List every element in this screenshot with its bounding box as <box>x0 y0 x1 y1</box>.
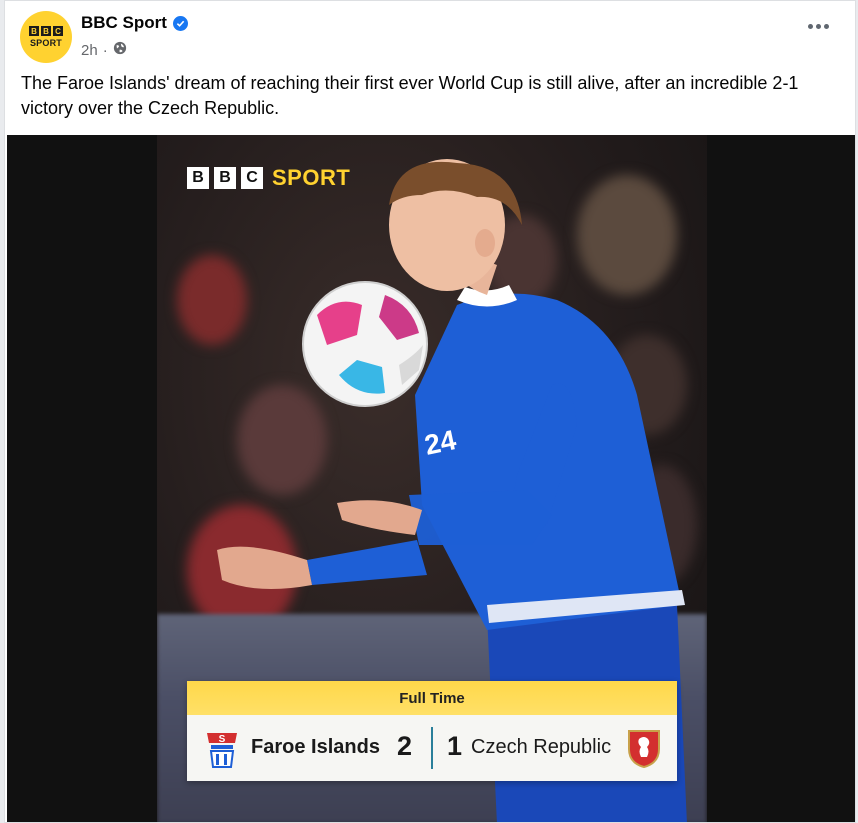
avatar-block-1: B <box>29 26 39 36</box>
score-row: S Faroe Islands 2 1 Czech Republic <box>187 715 677 781</box>
czech-republic-crest-icon <box>627 727 661 774</box>
logo-block-1: B <box>187 167 209 189</box>
score-divider <box>431 727 433 769</box>
avatar-logo-blocks: B B C <box>29 26 63 36</box>
more-options-icon[interactable] <box>808 24 829 29</box>
post-caption: The Faroe Islands' dream of reaching the… <box>21 73 799 118</box>
avatar-block-3: C <box>53 26 63 36</box>
avatar-text: SPORT <box>29 38 62 48</box>
post-image[interactable]: 24 B B C SPORT Full Time S Faroe Islands… <box>7 135 855 822</box>
scoreboard: Full Time S Faroe Islands 2 1 Czech Repu… <box>187 681 677 781</box>
logo-sport-word: SPORT <box>272 165 351 190</box>
bbc-sport-logo: B B C SPORT <box>187 165 350 191</box>
svg-text:S: S <box>219 734 226 745</box>
globe-icon <box>113 41 127 59</box>
post-time[interactable]: 2h <box>81 42 98 59</box>
home-score: 2 <box>397 731 413 761</box>
meta-separator: · <box>102 41 108 59</box>
avatar-block-2: B <box>41 26 51 36</box>
away-score: 1 <box>447 731 463 761</box>
away-team-name: Czech Republic <box>471 736 612 758</box>
home-team-name: Faroe Islands <box>251 736 380 758</box>
verified-badge-icon <box>172 15 188 31</box>
logo-block-2: B <box>214 167 236 189</box>
faroe-islands-crest-icon: S <box>203 729 241 774</box>
avatar[interactable]: B B C SPORT <box>20 11 72 63</box>
page-name-row: BBC Sport <box>81 13 188 33</box>
post-meta: 2h · <box>81 41 127 59</box>
post-card: B B C SPORT BBC Sport 2h · The Faroe Isl… <box>4 0 856 823</box>
logo-block-3: C <box>241 167 263 189</box>
page-name-link[interactable]: BBC Sport <box>81 13 167 33</box>
match-photo: 24 B B C SPORT Full Time S Faroe Islands… <box>157 135 707 822</box>
match-status: Full Time <box>187 681 677 715</box>
post-header: B B C SPORT BBC Sport 2h · <box>5 1 855 63</box>
